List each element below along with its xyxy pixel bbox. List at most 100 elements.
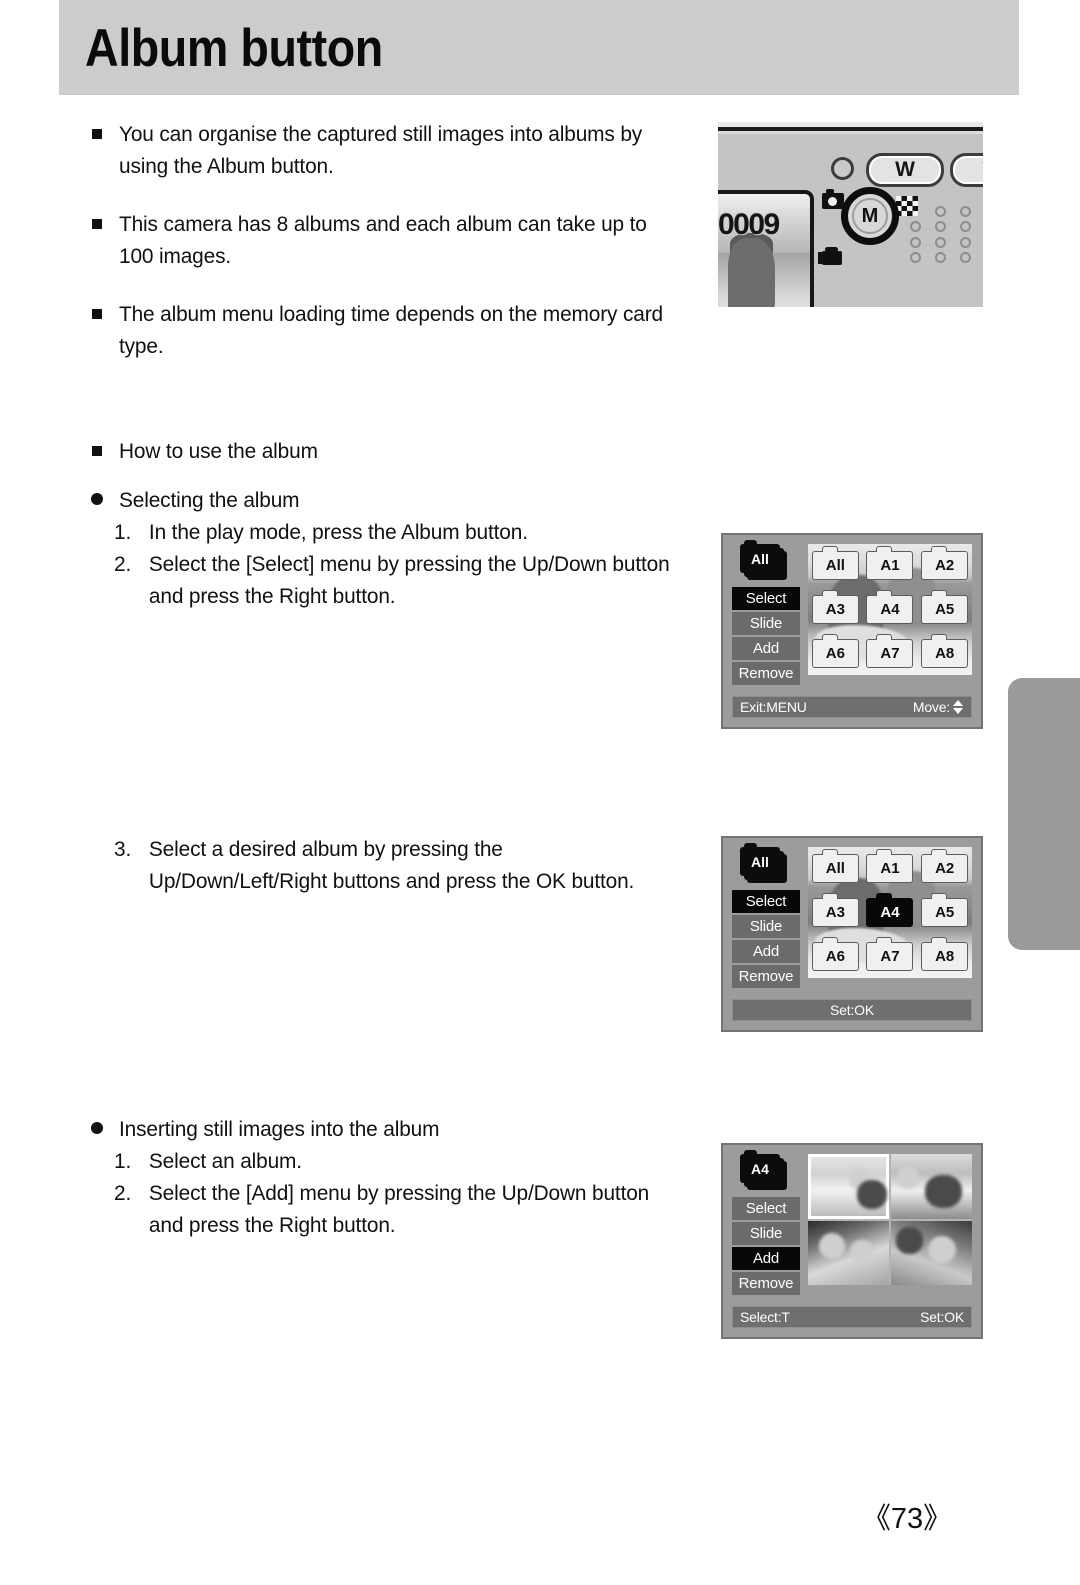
photo-shape bbox=[819, 1233, 845, 1259]
speaker-hole bbox=[910, 237, 921, 248]
album-tab-a4[interactable]: A4 bbox=[866, 595, 913, 624]
menu-item-slide[interactable]: Slide bbox=[732, 612, 800, 635]
step-3-block: 3. Select a desired album by pressing th… bbox=[88, 833, 688, 897]
how-to-use-album-section: How to use the album Selecting the album… bbox=[88, 435, 688, 612]
step-text: Select the [Select] menu by pressing the… bbox=[149, 552, 670, 608]
up-down-arrow-icon bbox=[953, 700, 964, 714]
album-tab-a1[interactable]: A1 bbox=[866, 551, 913, 580]
square-bullet-icon bbox=[92, 219, 102, 229]
chapter-thumb-tab bbox=[1008, 678, 1080, 950]
menu-item-slide[interactable]: Slide bbox=[732, 915, 800, 938]
lcd-screenshot-album-a4-selected: All Select Slide Add Remove All A1 A2 A3… bbox=[721, 836, 983, 1032]
thumbnail-2[interactable] bbox=[891, 1154, 972, 1219]
intro-bullet-text: This camera has 8 albums and each album … bbox=[119, 208, 671, 272]
list-item: 1. Select an album. bbox=[114, 1145, 671, 1177]
album-tab-a6[interactable]: A6 bbox=[812, 639, 859, 668]
intro-bullet-text: You can organise the captured still imag… bbox=[119, 118, 671, 182]
status-move-label: Move: bbox=[913, 699, 950, 715]
menu-item-remove[interactable]: Remove bbox=[732, 965, 800, 988]
menu-item-select[interactable]: Select bbox=[732, 890, 800, 913]
menu-item-select[interactable]: Select bbox=[732, 1197, 800, 1220]
section-heading-row: How to use the album bbox=[88, 435, 688, 467]
lcd-screenshot-add-images: A4 Select Slide Add Remove bbox=[721, 1143, 983, 1339]
album-tab-a2[interactable]: A2 bbox=[921, 551, 968, 580]
page-title: Album button bbox=[85, 22, 383, 75]
album-tab-a6[interactable]: A6 bbox=[812, 942, 859, 971]
inserting-images-section: Inserting still images into the album 1.… bbox=[88, 1113, 688, 1241]
status-move-hint: Move: bbox=[913, 699, 964, 715]
album-tab-area: All A1 A2 A3 A4 A5 A6 A7 A8 bbox=[808, 544, 972, 675]
album-menu-column: A4 Select Slide Add Remove bbox=[732, 1154, 800, 1297]
album-tab-area: All A1 A2 A3 A4 A5 A6 A7 A8 bbox=[808, 847, 972, 978]
subsection-heading-row: Inserting still images into the album bbox=[88, 1113, 688, 1145]
speaker-hole bbox=[910, 252, 921, 263]
step-text: Select the [Add] menu by pressing the Up… bbox=[149, 1181, 649, 1237]
album-tab-a5[interactable]: A5 bbox=[921, 595, 968, 624]
album-tab-grid: All A1 A2 A3 A4 A5 A6 A7 A8 bbox=[808, 544, 972, 675]
album-tab-a5[interactable]: A5 bbox=[921, 898, 968, 927]
mode-button-label: M bbox=[848, 194, 892, 238]
album-tab-a1[interactable]: A1 bbox=[866, 854, 913, 883]
photo-shape bbox=[896, 1227, 924, 1254]
lcd-subject-figure bbox=[728, 238, 775, 307]
photo-shape bbox=[925, 1175, 962, 1209]
page-number: 《73》 bbox=[67, 1503, 952, 1535]
album-tab-a7[interactable]: A7 bbox=[866, 639, 913, 668]
mode-button[interactable]: M bbox=[841, 187, 899, 245]
photo-shape bbox=[850, 1240, 874, 1265]
square-bullet-icon bbox=[92, 309, 102, 319]
step-number: 1. bbox=[114, 1145, 131, 1177]
album-badge-label: All bbox=[740, 544, 780, 573]
lcd-status-bar: Select:T Set:OK bbox=[732, 1306, 972, 1328]
album-tab-a8[interactable]: A8 bbox=[921, 942, 968, 971]
page-number-container: 《73》 bbox=[0, 1495, 1019, 1537]
speaker-hole bbox=[960, 252, 971, 263]
menu-item-remove[interactable]: Remove bbox=[732, 1272, 800, 1295]
menu-item-select[interactable]: Select bbox=[732, 587, 800, 610]
thumbnail-grid bbox=[808, 1154, 972, 1285]
menu-item-add[interactable]: Add bbox=[732, 940, 800, 963]
speaker-hole bbox=[960, 221, 971, 232]
menu-item-add[interactable]: Add bbox=[732, 1247, 800, 1270]
menu-item-slide[interactable]: Slide bbox=[732, 1222, 800, 1245]
square-bullet-icon bbox=[92, 446, 102, 456]
subsection-heading: Inserting still images into the album bbox=[119, 1113, 671, 1145]
speaker-hole bbox=[960, 206, 971, 217]
step-text: Select an album. bbox=[149, 1149, 302, 1173]
speaker-grid bbox=[910, 206, 982, 264]
camera-icon bbox=[822, 193, 844, 209]
list-item: 3. Select a desired album by pressing th… bbox=[114, 833, 671, 897]
album-tab-a3[interactable]: A3 bbox=[812, 595, 859, 624]
album-tab-a2[interactable]: A2 bbox=[921, 854, 968, 883]
step-number: 3. bbox=[114, 833, 131, 865]
list-item: 1. In the play mode, press the Album but… bbox=[114, 516, 671, 548]
status-set-hint: Set:OK bbox=[740, 1002, 964, 1018]
thumbnail-4[interactable] bbox=[891, 1221, 972, 1286]
speaker-hole bbox=[935, 221, 946, 232]
step-number: 2. bbox=[114, 548, 131, 580]
lcd-frame-counter: 0009 bbox=[718, 208, 779, 242]
step-3-list: 3. Select a desired album by pressing th… bbox=[114, 833, 688, 897]
zoom-wide-button[interactable]: W bbox=[866, 153, 944, 187]
speaker-hole bbox=[935, 206, 946, 217]
camera-body: 0009 W T M bbox=[718, 134, 983, 307]
album-tab-all[interactable]: All bbox=[812, 551, 859, 580]
photo-shape bbox=[897, 1166, 918, 1189]
menu-item-remove[interactable]: Remove bbox=[732, 662, 800, 685]
camera-lcd-preview: 0009 bbox=[718, 190, 814, 307]
album-tab-a8[interactable]: A8 bbox=[921, 639, 968, 668]
album-tab-a3[interactable]: A3 bbox=[812, 898, 859, 927]
album-tab-all[interactable]: All bbox=[812, 854, 859, 883]
zoom-tele-button[interactable]: T bbox=[950, 153, 983, 187]
menu-item-add[interactable]: Add bbox=[732, 637, 800, 660]
album-tab-a7[interactable]: A7 bbox=[866, 942, 913, 971]
album-tab-a4[interactable]: A4 bbox=[866, 898, 913, 927]
camera-rear-photo: 0009 W T M bbox=[718, 122, 983, 307]
album-badge-label: A4 bbox=[740, 1154, 780, 1183]
intro-bullet-list: You can organise the captured still imag… bbox=[88, 118, 688, 362]
list-item: 2. Select the [Select] menu by pressing … bbox=[114, 548, 671, 612]
list-item: 2. Select the [Add] menu by pressing the… bbox=[114, 1177, 671, 1241]
album-stack-icon: All bbox=[740, 847, 787, 883]
thumbnail-3[interactable] bbox=[808, 1221, 889, 1286]
thumbnail-1[interactable] bbox=[808, 1154, 889, 1219]
